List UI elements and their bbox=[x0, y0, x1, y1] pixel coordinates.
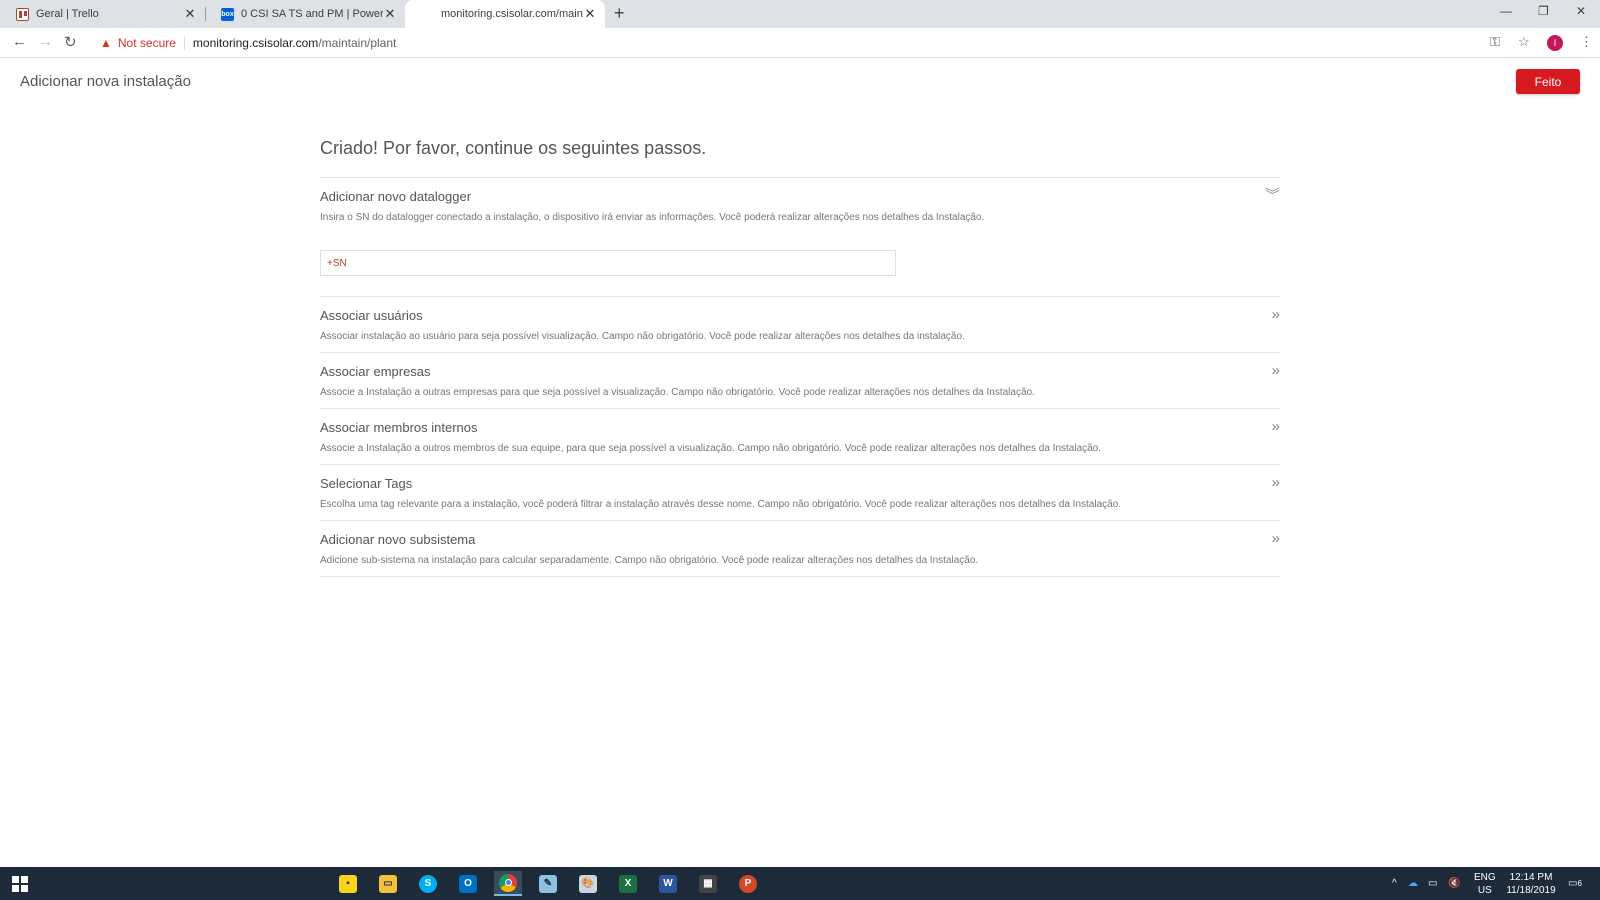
csi-solar-icon: ☀ bbox=[424, 11, 431, 18]
file-explorer-icon[interactable]: ▭ bbox=[374, 871, 402, 896]
minimize-icon[interactable]: — bbox=[1500, 4, 1512, 18]
step-associate-companies[interactable]: Associar empresas Associe a Instalação a… bbox=[320, 352, 1280, 408]
step-title: Selecionar Tags bbox=[320, 476, 413, 491]
omnibox-divider bbox=[183, 36, 185, 50]
close-window-icon[interactable]: ✕ bbox=[1576, 4, 1586, 18]
language-indicator[interactable]: ENG US bbox=[1474, 871, 1496, 897]
step-title: Associar membros internos bbox=[320, 420, 478, 435]
profile-avatar[interactable]: I bbox=[1547, 35, 1563, 51]
reload-icon[interactable]: ↻ bbox=[64, 33, 77, 51]
step-add-datalogger[interactable]: Adicionar novo datalogger Insira o SN do… bbox=[320, 177, 1280, 296]
box-icon: box bbox=[221, 7, 234, 21]
windows-taskbar: ▪ ▭ S O ✎ 🎨 X W ▦ P ^ ☁ ▭ 🔇 ENG US 12:14… bbox=[0, 867, 1600, 900]
warning-triangle-icon: ▲ bbox=[100, 36, 112, 50]
step-description: Associe a Instalação a outras empresas p… bbox=[320, 387, 1035, 398]
security-label[interactable]: Not secure bbox=[118, 36, 176, 50]
trello-icon bbox=[16, 7, 29, 21]
language-code: ENG bbox=[1474, 872, 1496, 883]
step-title: Adicionar novo datalogger bbox=[320, 189, 472, 204]
paint-icon[interactable]: 🎨 bbox=[574, 871, 602, 896]
network-icon[interactable]: ▭ bbox=[1428, 867, 1437, 900]
close-icon[interactable]: ✕ bbox=[183, 6, 197, 22]
tab-csisolar-active[interactable]: ☀ monitoring.csisolar.com/maintain ✕ bbox=[405, 0, 605, 28]
volume-muted-icon[interactable]: 🔇 bbox=[1448, 867, 1460, 900]
calculator-icon[interactable]: ▦ bbox=[694, 871, 722, 896]
step-description: Insira o SN do datalogger conectado a in… bbox=[320, 212, 985, 223]
step-description: Adicione sub-sistema na instalação para … bbox=[320, 555, 979, 566]
step-associate-internal-members[interactable]: Associar membros internos Associe a Inst… bbox=[320, 408, 1280, 464]
skype-icon[interactable]: S bbox=[414, 871, 442, 896]
url-path: /maintain/plant bbox=[318, 36, 397, 50]
new-tab-button[interactable]: + bbox=[614, 3, 625, 24]
chevron-down-double-icon[interactable]: ︾ bbox=[1265, 188, 1280, 203]
close-icon[interactable]: ✕ bbox=[583, 6, 597, 22]
restore-icon[interactable]: ❐ bbox=[1538, 4, 1549, 18]
browser-tab-strip: Geral | Trello ✕ box 0 CSI SA TS and PM … bbox=[0, 0, 1600, 28]
onedrive-icon[interactable]: ☁ bbox=[1408, 867, 1418, 900]
chevron-right-double-icon[interactable]: » bbox=[1272, 307, 1280, 322]
step-title: Adicionar novo subsistema bbox=[320, 532, 476, 547]
bookmark-star-icon[interactable]: ☆ bbox=[1518, 34, 1530, 50]
step-title: Associar usuários bbox=[320, 308, 423, 323]
browser-toolbar: ← → ↻ ▲ Not secure monitoring.csisolar.c… bbox=[0, 28, 1600, 58]
tab-title: Geral | Trello bbox=[36, 8, 99, 20]
step-associate-users[interactable]: Associar usuários Associar instalação ao… bbox=[320, 296, 1280, 352]
word-icon[interactable]: W bbox=[654, 871, 682, 896]
tab-box[interactable]: box 0 CSI SA TS and PM | Powered by ✕ bbox=[205, 0, 405, 28]
notepad-icon[interactable]: ✎ bbox=[534, 871, 562, 896]
kebab-menu-icon[interactable]: ⋮ bbox=[1580, 34, 1593, 50]
chevron-right-double-icon[interactable]: » bbox=[1272, 419, 1280, 434]
windows-start-icon[interactable] bbox=[12, 876, 28, 892]
step-add-subsystem[interactable]: Adicionar novo subsistema Adicione sub-s… bbox=[320, 520, 1280, 577]
region-code: US bbox=[1477, 885, 1492, 896]
serial-number-input[interactable] bbox=[320, 250, 896, 276]
step-description: Associar instalação ao usuário para seja… bbox=[320, 331, 965, 342]
chevron-up-icon[interactable]: ^ bbox=[1392, 867, 1397, 900]
key-icon[interactable]: ⚿ bbox=[1490, 34, 1500, 50]
step-title: Associar empresas bbox=[320, 364, 431, 379]
tab-title: 0 CSI SA TS and PM | Powered by bbox=[241, 8, 383, 20]
step-select-tags[interactable]: Selecionar Tags Escolha uma tag relevant… bbox=[320, 464, 1280, 520]
chevron-right-double-icon[interactable]: » bbox=[1272, 363, 1280, 378]
excel-icon[interactable]: X bbox=[614, 871, 642, 896]
powerpoint-icon[interactable]: P bbox=[734, 871, 762, 896]
notification-center-icon[interactable]: ▭ 6 bbox=[1568, 867, 1582, 900]
tab-title: monitoring.csisolar.com/maintain bbox=[441, 8, 583, 20]
step-description: Escolha uma tag relevante para a instala… bbox=[320, 499, 1122, 510]
success-message: Criado! Por favor, continue os seguintes… bbox=[320, 138, 707, 158]
close-icon[interactable]: ✕ bbox=[383, 6, 397, 22]
url-host: monitoring.csisolar.com bbox=[192, 36, 319, 50]
step-description: Associe a Instalação a outros membros de… bbox=[320, 443, 1102, 454]
notification-count: 6 bbox=[1577, 879, 1582, 888]
address-bar[interactable]: ▲ Not secure monitoring.csisolar.com /ma… bbox=[92, 31, 1532, 55]
tab-trello[interactable]: Geral | Trello ✕ bbox=[0, 0, 205, 28]
steps-panel: Criado! Por favor, continue os seguintes… bbox=[320, 138, 1280, 577]
system-clock[interactable]: 12:14 PM 11/18/2019 bbox=[1500, 871, 1562, 897]
forward-arrow-icon[interactable]: → bbox=[38, 33, 53, 50]
chrome-icon[interactable] bbox=[494, 871, 522, 896]
chevron-right-double-icon[interactable]: » bbox=[1272, 531, 1280, 546]
chevron-right-double-icon[interactable]: » bbox=[1272, 475, 1280, 490]
done-button[interactable]: Feito bbox=[1516, 69, 1580, 94]
clock-date: 11/18/2019 bbox=[1506, 885, 1556, 896]
outlook-icon[interactable]: O bbox=[454, 871, 482, 896]
page-title: Adicionar nova instalação bbox=[20, 73, 191, 90]
clock-time: 12:14 PM bbox=[1509, 872, 1553, 883]
sticky-notes-icon[interactable]: ▪ bbox=[334, 871, 362, 896]
back-arrow-icon[interactable]: ← bbox=[12, 33, 27, 50]
